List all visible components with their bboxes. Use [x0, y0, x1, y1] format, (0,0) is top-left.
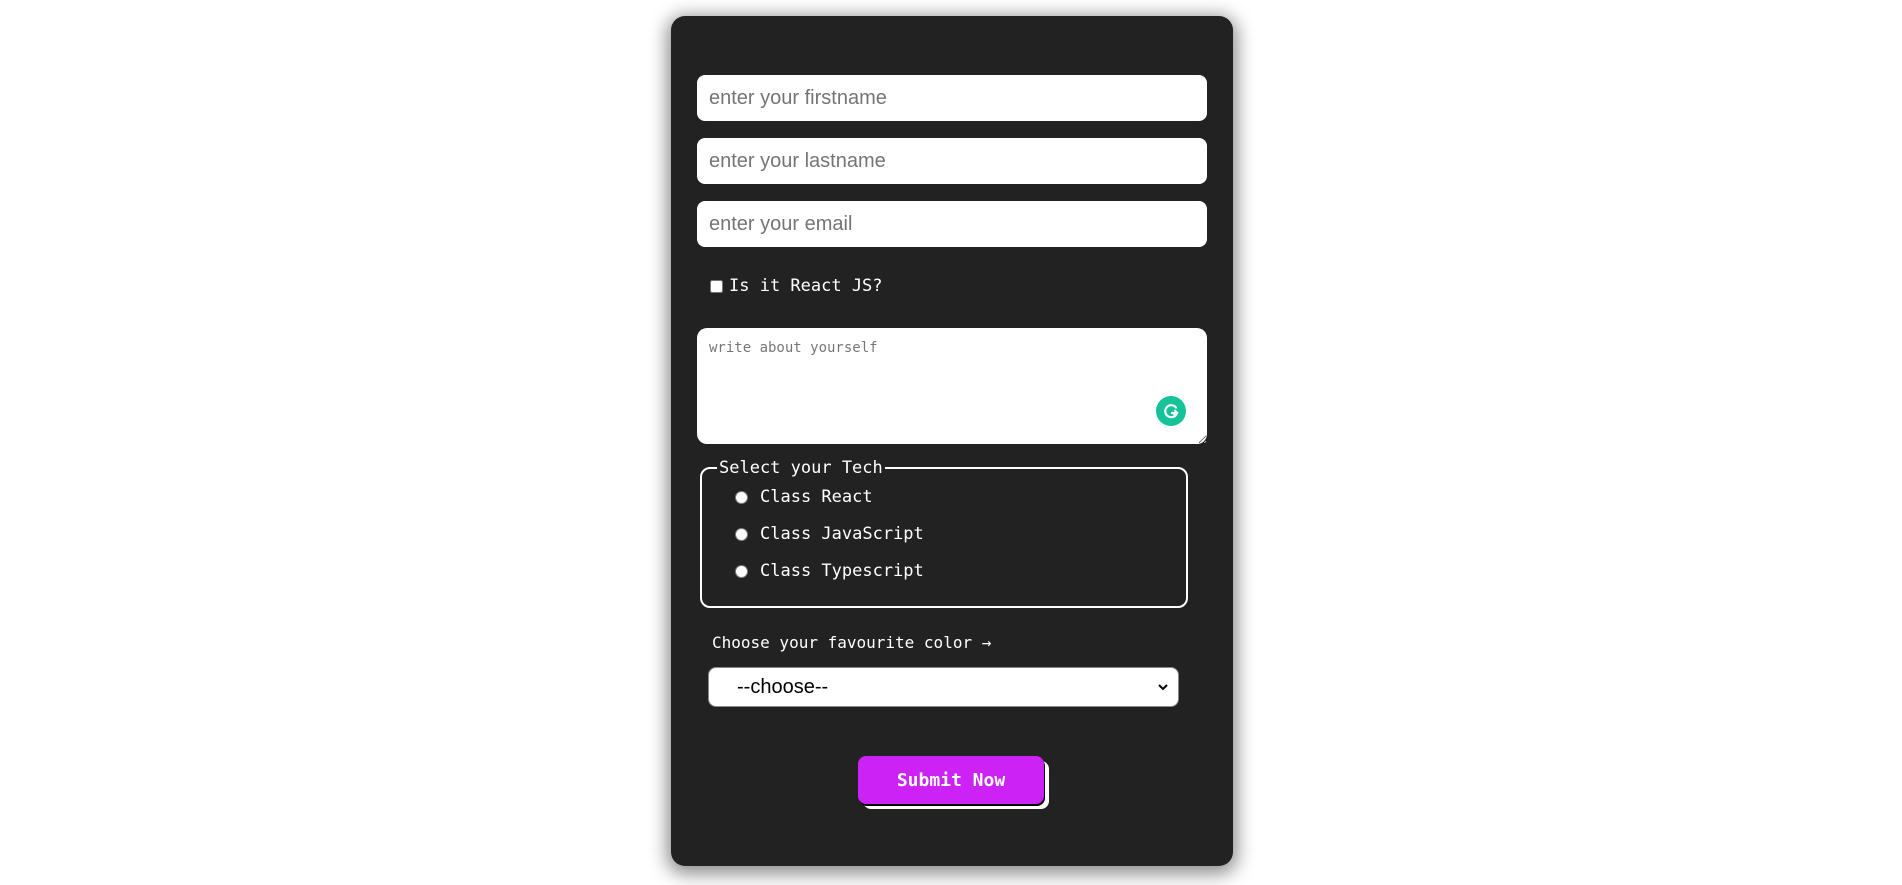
- color-label: Choose your favourite color →: [712, 633, 992, 652]
- radio-option-react[interactable]: Class React: [735, 487, 873, 507]
- radio-option-typescript[interactable]: Class Typescript: [735, 561, 924, 581]
- tech-legend: Select your Tech: [717, 458, 885, 478]
- submit-button[interactable]: Submit Now: [858, 756, 1044, 804]
- radio-javascript[interactable]: [735, 527, 748, 541]
- radio-label: Class React: [760, 487, 873, 507]
- grammarly-g-glyph: [1164, 404, 1179, 419]
- radio-react[interactable]: [735, 490, 748, 504]
- grammarly-icon[interactable]: [1156, 396, 1186, 426]
- lastname-input[interactable]: [697, 138, 1207, 184]
- form-panel: Is it React JS? Select your Tech Class R…: [671, 16, 1233, 866]
- radio-typescript[interactable]: [735, 564, 748, 578]
- chevron-down-icon: [1158, 684, 1168, 691]
- email-input[interactable]: [697, 201, 1207, 247]
- react-checkbox-row[interactable]: Is it React JS?: [710, 276, 883, 296]
- tech-fieldset: Select your Tech Class React Class JavaS…: [700, 458, 1188, 608]
- color-select[interactable]: --choose--: [708, 667, 1179, 707]
- react-checkbox[interactable]: [710, 279, 723, 293]
- color-select-value: --choose--: [737, 675, 829, 698]
- about-textarea[interactable]: [697, 328, 1207, 444]
- firstname-input[interactable]: [697, 75, 1207, 121]
- radio-label: Class Typescript: [760, 561, 924, 581]
- radio-label: Class JavaScript: [760, 524, 924, 544]
- react-checkbox-label: Is it React JS?: [729, 276, 883, 296]
- radio-option-javascript[interactable]: Class JavaScript: [735, 524, 924, 544]
